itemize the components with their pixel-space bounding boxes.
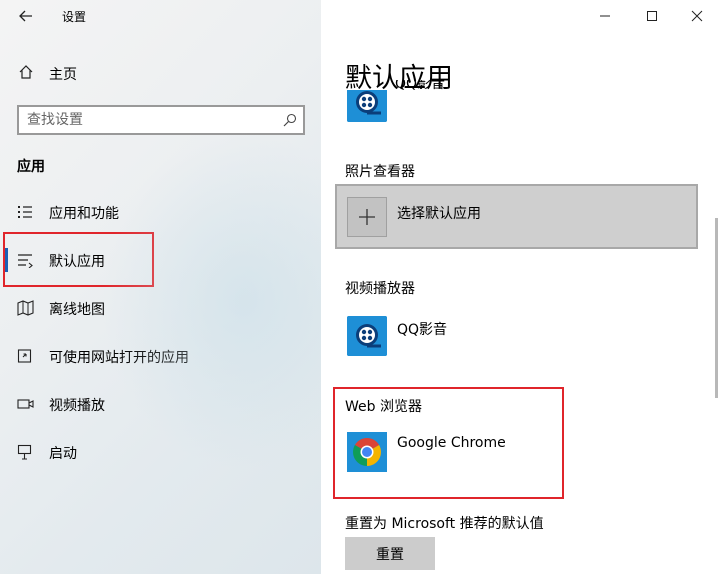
reset-button[interactable]: 重置	[345, 537, 435, 570]
search-settings-field[interactable]	[17, 105, 305, 135]
chrome-icon	[347, 432, 387, 472]
choose-default-app-button[interactable]: 选择默认应用	[335, 184, 698, 249]
maximize-icon	[647, 11, 657, 21]
window-title: 设置	[62, 10, 87, 24]
search-icon[interactable]	[283, 113, 297, 127]
sidebar-item-label: 默认应用	[49, 254, 105, 270]
video-player-app-label: QQ影音	[397, 322, 448, 338]
sidebar-item-apps-features[interactable]: 应用和功能	[0, 190, 321, 234]
offline-maps-icon	[17, 300, 34, 316]
apps-features-icon	[18, 206, 32, 218]
video-player-app-button[interactable]: QQ影音	[345, 314, 645, 358]
sidebar-item-offline-maps[interactable]: 离线地图	[0, 286, 321, 330]
default-apps-content: 默认应用 QQ影音 照片查看器 选择默认应用 视频播放器 QQ影音 Web 浏览…	[321, 0, 722, 574]
maximize-button[interactable]	[634, 4, 670, 28]
sidebar-item-apps-for-websites[interactable]: 可使用网站打开的应用	[0, 334, 321, 378]
scrollbar[interactable]	[715, 218, 718, 398]
sidebar-item-default-apps[interactable]: 默认应用	[0, 238, 321, 282]
home-icon	[19, 65, 33, 79]
choose-default-app-label: 选择默认应用	[397, 206, 481, 222]
home-label: 主页	[49, 67, 77, 83]
web-browser-app-button[interactable]: Google Chrome	[345, 430, 645, 474]
plus-icon-box	[347, 197, 387, 237]
apps-for-websites-icon	[17, 349, 32, 363]
minimize-icon	[600, 15, 610, 17]
sidebar-item-label: 视频播放	[49, 398, 105, 414]
video-player-category: 视频播放器	[345, 281, 415, 297]
search-input[interactable]	[27, 110, 277, 130]
settings-sidebar: 设置 主页 应用 应用和功能 默认应用 离线地	[0, 0, 321, 574]
qq-player-icon	[347, 316, 387, 356]
plus-icon	[359, 209, 375, 225]
minimize-button[interactable]	[587, 4, 623, 28]
close-icon	[691, 10, 703, 22]
sidebar-item-video-playback[interactable]: 视频播放	[0, 382, 321, 426]
reset-description: 重置为 Microsoft 推荐的默认值	[345, 516, 544, 532]
close-button[interactable]	[679, 4, 715, 28]
home-nav-item[interactable]: 主页	[0, 58, 321, 88]
web-browser-category: Web 浏览器	[345, 399, 422, 415]
sidebar-item-label: 离线地图	[49, 302, 105, 318]
photo-viewer-category: 照片查看器	[345, 164, 415, 180]
web-browser-app-label: Google Chrome	[397, 435, 506, 451]
sidebar-item-startup[interactable]: 启动	[0, 430, 321, 474]
sidebar-item-label: 应用和功能	[49, 206, 119, 222]
selection-indicator	[4, 248, 8, 272]
startup-icon	[17, 444, 32, 460]
back-button[interactable]	[12, 4, 40, 28]
partial-app-label: QQ影音	[395, 80, 446, 92]
default-apps-icon	[18, 254, 33, 268]
video-playback-icon	[17, 399, 34, 409]
sidebar-item-label: 可使用网站打开的应用	[49, 350, 189, 366]
back-arrow-icon	[19, 10, 32, 22]
sidebar-item-label: 启动	[49, 446, 77, 462]
section-heading-apps: 应用	[17, 159, 45, 175]
